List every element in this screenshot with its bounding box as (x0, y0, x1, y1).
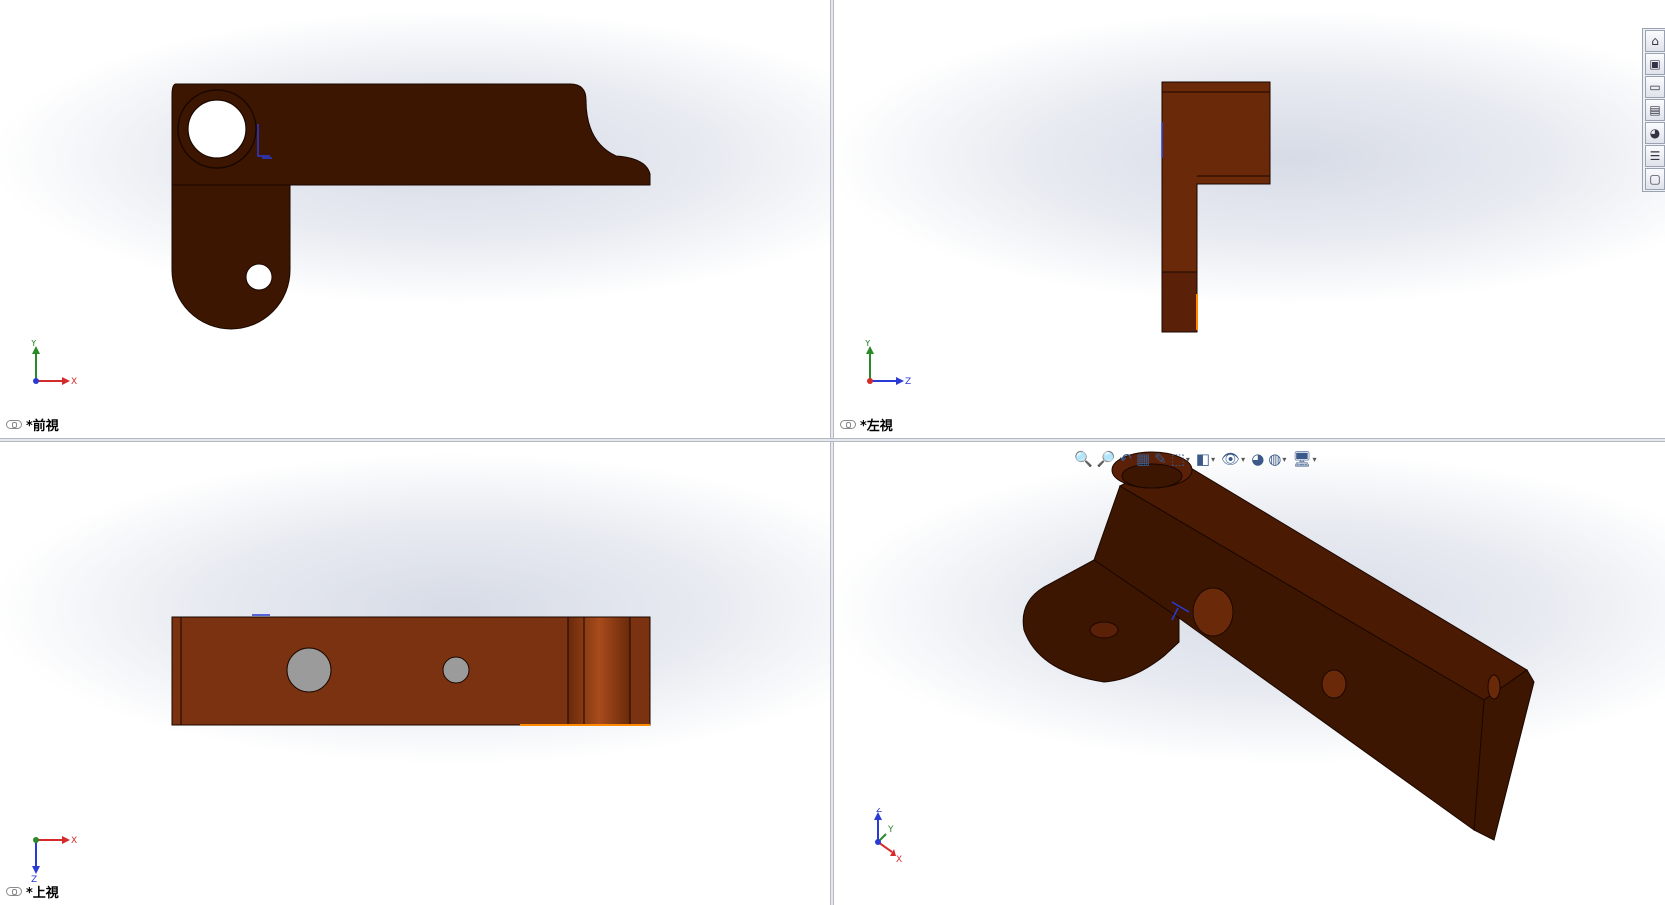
heads-up-view-toolbar: 🔍 🔎 ↶ ▦ ✎ ⬚ ▾ ◧ ▾ 👁 ▾ ◕ ◍ ▾ 🖥 ▾ (1073, 447, 1319, 471)
appearance-manager-icon: ▤ (1649, 103, 1661, 117)
front-view-label[interactable]: *前視 (6, 415, 59, 434)
front-view-part (171, 83, 651, 330)
view-orientation-button[interactable]: ⬚ (1170, 448, 1186, 470)
dropdown-arrow-icon[interactable]: ▾ (1186, 455, 1190, 464)
iso-mid-hole (1321, 669, 1347, 699)
isometric-view-part (1022, 451, 1535, 841)
dynamic-annotation-icon: ✎ (1154, 450, 1167, 468)
appearance-manager-tab[interactable]: ▤ (1645, 99, 1665, 121)
iso-axis-x-label: X (896, 855, 902, 865)
view-orientation-icon: ⬚ (1170, 450, 1185, 468)
edit-appearance-icon: ◕ (1251, 450, 1265, 468)
iso-side-hole (1192, 587, 1234, 637)
view-settings-icon: 🖥 (1292, 450, 1312, 468)
display-style-button[interactable]: ◧ (1195, 448, 1211, 470)
top-axis-z-label: Z (31, 875, 37, 882)
apply-scene-button[interactable]: ◍ (1267, 448, 1282, 470)
isometric-viewport[interactable]: Z Y X (834, 442, 1665, 905)
home-view-tab[interactable]: ⌂ (1645, 30, 1665, 52)
iso-axis-y-label: Y (887, 825, 894, 835)
top-small-hole (442, 656, 470, 684)
home-view-icon: ⌂ (1651, 34, 1659, 48)
dropdown-arrow-icon[interactable]: ▾ (1211, 455, 1215, 464)
top-view-title: *上視 (26, 886, 59, 901)
front-small-hole (245, 263, 273, 291)
property-list-tab[interactable]: ☰ (1645, 145, 1665, 167)
left-view-label[interactable]: *左視 (840, 415, 893, 434)
zoom-to-area-button[interactable]: 🔎 (1096, 448, 1117, 470)
hide-show-items-button[interactable]: 👁 (1220, 448, 1241, 470)
top-view-label[interactable]: *上視 (6, 882, 59, 901)
left-triad: Y Z (864, 340, 911, 387)
monitor-comment-icon: ▢ (1649, 172, 1661, 186)
dropdown-arrow-icon[interactable]: ▾ (1282, 455, 1286, 464)
iso-tab-hole (1089, 621, 1119, 639)
iso-triad: Z Y X (874, 808, 902, 865)
display-style-icon: ◧ (1195, 450, 1211, 468)
hide-show-items-icon: 👁 (1221, 450, 1241, 468)
scene-sphere-tab[interactable]: ◕ (1645, 122, 1665, 144)
top-axis-x-label: X (71, 836, 77, 846)
left-axis-y-label: Y (864, 340, 871, 349)
link-viewport-icon[interactable] (840, 420, 856, 429)
iso-axis-z-label: Z (876, 808, 882, 815)
left-view-title: *左視 (860, 419, 893, 434)
link-viewport-icon[interactable] (6, 420, 22, 429)
front-viewport[interactable]: Y X *前視 (0, 0, 830, 438)
front-large-hole (187, 99, 247, 159)
monitor-comment-tab[interactable]: ▢ (1645, 168, 1665, 190)
edit-appearance-button[interactable]: ◕ (1250, 448, 1265, 470)
top-large-hole (286, 647, 332, 693)
top-viewport[interactable]: Z X *上視 (0, 442, 830, 905)
dropdown-arrow-icon[interactable]: ▾ (1312, 455, 1316, 464)
scene-sphere-icon: ◕ (1649, 126, 1661, 140)
previous-view-icon: ↶ (1119, 450, 1132, 468)
3d-box-icon: ▣ (1649, 57, 1661, 71)
dropdown-arrow-icon[interactable]: ▾ (1241, 455, 1245, 464)
front-axis-y-label: Y (30, 340, 37, 349)
left-view-part (1161, 81, 1271, 333)
apply-scene-icon: ◍ (1268, 450, 1282, 468)
view-settings-button[interactable]: 🖥 (1291, 448, 1312, 470)
property-list-icon: ☰ (1649, 149, 1661, 163)
front-triad: Y X (30, 340, 77, 387)
top-triad: Z X (31, 836, 77, 882)
front-view-title: *前視 (26, 419, 59, 434)
left-axis-z-label: Z (905, 377, 911, 387)
zoom-to-fit-icon: 🔍 (1074, 450, 1093, 468)
folder-icon: ▭ (1649, 80, 1661, 94)
dynamic-annotation-button[interactable]: ✎ (1153, 448, 1168, 470)
viewport-splitter-horizontal[interactable] (0, 438, 1665, 442)
section-view-button[interactable]: ▦ (1135, 448, 1151, 470)
top-view-part (171, 614, 651, 726)
previous-view-button[interactable]: ↶ (1118, 448, 1133, 470)
viewport-splitter-vertical[interactable] (830, 0, 834, 905)
3d-box-tab[interactable]: ▣ (1645, 53, 1665, 75)
section-view-icon: ▦ (1135, 450, 1151, 468)
zoom-to-fit-button[interactable]: 🔍 (1073, 448, 1094, 470)
zoom-to-area-icon: 🔎 (1096, 450, 1116, 468)
link-viewport-icon[interactable] (6, 887, 22, 896)
left-viewport[interactable]: Y Z *左視 ⌂ ▣ ▭ ▤ ◕ ☰ ▢ (834, 0, 1665, 438)
task-pane-tabs: ⌂ ▣ ▭ ▤ ◕ ☰ ▢ (1642, 28, 1665, 192)
folder-tab[interactable]: ▭ (1645, 76, 1665, 98)
front-axis-x-label: X (71, 377, 77, 387)
